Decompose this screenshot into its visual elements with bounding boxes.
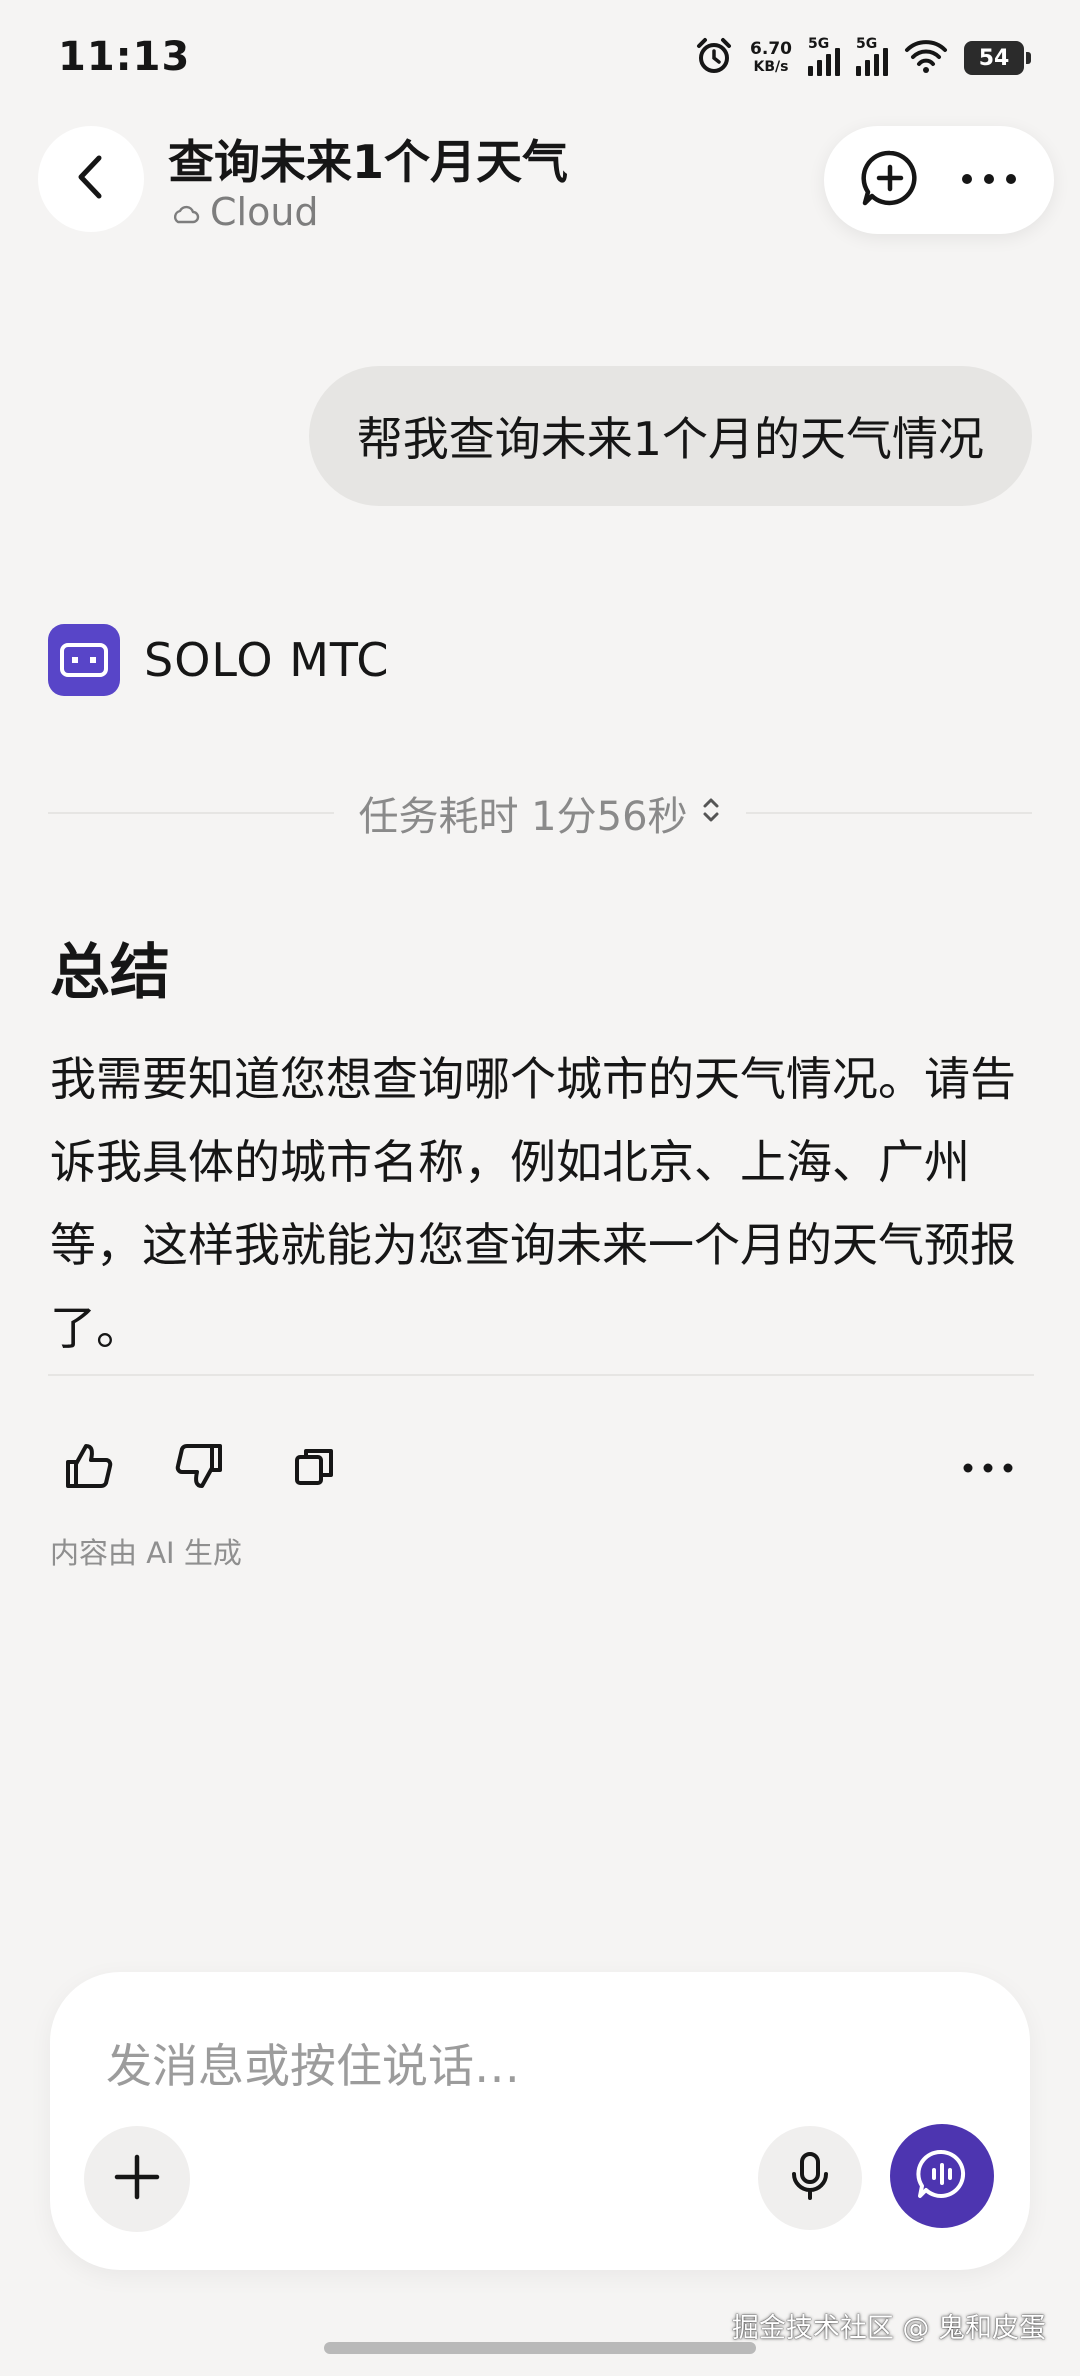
signal-1-icon: 5G bbox=[808, 36, 840, 76]
status-time: 11:13 bbox=[58, 34, 191, 80]
watermark: 掘金技术社区 @ 鬼和皮蛋 bbox=[731, 2313, 1046, 2344]
back-button[interactable] bbox=[38, 126, 144, 232]
voice-bubble-icon bbox=[914, 2146, 970, 2206]
voice-chat-button[interactable] bbox=[890, 2124, 994, 2228]
net-speed: 6.70 KB/s bbox=[750, 40, 792, 76]
expand-collapse-icon bbox=[700, 790, 722, 836]
divider-line-left bbox=[48, 812, 335, 814]
agent-logo-icon bbox=[48, 624, 120, 696]
net-speed-value: 6.70 bbox=[750, 39, 792, 59]
microphone-icon bbox=[788, 2150, 832, 2206]
thumbs-up-icon bbox=[62, 1440, 114, 1496]
signal-1-label: 5G bbox=[808, 36, 830, 52]
summary-title: 总结 bbox=[50, 938, 170, 1008]
header-actions bbox=[824, 126, 1054, 234]
thumbs-down-icon bbox=[174, 1440, 226, 1496]
voice-input-button[interactable] bbox=[758, 2126, 862, 2230]
copy-icon bbox=[291, 1443, 337, 1493]
add-attachment-button[interactable] bbox=[84, 2126, 190, 2232]
page-subtitle: Cloud bbox=[170, 190, 319, 234]
agent-name: SOLO MTC bbox=[144, 633, 390, 687]
copy-button[interactable] bbox=[274, 1428, 354, 1508]
chevron-left-icon bbox=[71, 152, 111, 206]
like-button[interactable] bbox=[48, 1428, 128, 1508]
subtitle-label: Cloud bbox=[210, 190, 319, 234]
wifi-icon bbox=[904, 38, 948, 78]
page-title: 查询未来1个月天气 bbox=[168, 135, 569, 189]
user-message-bubble: 帮我查询未来1个月的天气情况 bbox=[308, 366, 1032, 506]
message-composer: 发消息或按住说话… bbox=[50, 1972, 1030, 2270]
battery-level: 54 bbox=[978, 45, 1010, 71]
message-divider bbox=[48, 1374, 1034, 1376]
task-time-toggle[interactable]: 任务耗时 1分56秒 bbox=[358, 784, 721, 842]
more-horizontal-icon bbox=[961, 171, 1017, 190]
status-bar: 11:13 6.70 KB/s 5G 5G 54 bbox=[0, 0, 1080, 120]
cloud-icon bbox=[170, 190, 200, 234]
battery-icon: 54 bbox=[964, 41, 1031, 75]
summary-body: 我需要知道您想查询哪个城市的天气情况。请告诉我具体的城市名称，例如北京、上海、广… bbox=[50, 1052, 1016, 1355]
net-speed-unit: KB/s bbox=[753, 59, 789, 75]
more-button[interactable] bbox=[954, 145, 1024, 215]
dislike-button[interactable] bbox=[160, 1428, 240, 1508]
status-icons: 6.70 KB/s 5G 5G 54 bbox=[694, 36, 1031, 80]
new-chat-button[interactable] bbox=[855, 145, 925, 215]
ai-generated-note: 内容由 AI 生成 bbox=[50, 1536, 242, 1570]
task-time-label: 任务耗时 1分56秒 bbox=[358, 794, 688, 840]
message-more-button[interactable] bbox=[948, 1428, 1028, 1508]
signal-2-icon: 5G bbox=[856, 36, 888, 76]
agent-header: SOLO MTC bbox=[48, 624, 389, 696]
task-time-divider: 任务耗时 1分56秒 bbox=[48, 786, 1032, 840]
message-input[interactable]: 发消息或按住说话… bbox=[106, 2030, 520, 2096]
plus-bubble-icon bbox=[859, 147, 921, 213]
alarm-icon bbox=[694, 36, 734, 80]
user-message-text: 帮我查询未来1个月的天气情况 bbox=[356, 412, 984, 466]
home-indicator[interactable] bbox=[324, 2342, 756, 2354]
more-horizontal-icon bbox=[963, 1459, 1013, 1478]
message-actions bbox=[48, 1428, 1034, 1508]
plus-icon bbox=[113, 2153, 161, 2205]
signal-2-label: 5G bbox=[856, 36, 878, 52]
divider-line-right bbox=[745, 812, 1032, 814]
